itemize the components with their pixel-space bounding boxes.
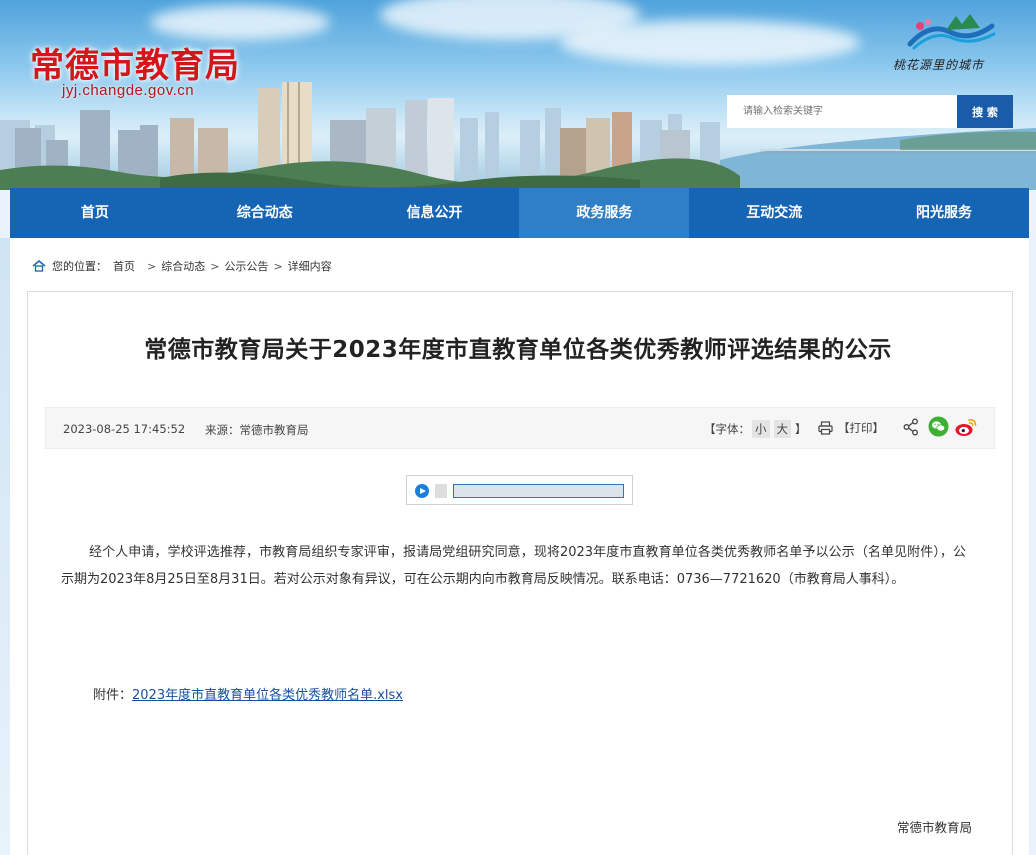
weibo-icon[interactable] [954, 416, 978, 438]
city-slogan: 桃花源里的城市 [893, 58, 985, 72]
audio-player [406, 475, 633, 505]
nav-item-home[interactable]: 首页 [10, 188, 180, 238]
nav-item-info-disclosure[interactable]: 信息公开 [350, 188, 520, 238]
share-icon[interactable] [903, 418, 919, 436]
nav-item-interaction[interactable]: 互动交流 [689, 188, 859, 238]
publish-date: 2023-08-25 17:45:52 [63, 422, 186, 436]
font-label-open: 【字体： [704, 422, 750, 436]
font-label-close: 】 [795, 422, 807, 436]
home-icon [32, 260, 46, 272]
font-size-control: 【字体： 小 大 】 [704, 420, 807, 438]
city-logo-icon [907, 14, 996, 50]
nav-item-sunshine-services[interactable]: 阳光服务 [859, 188, 1029, 238]
print-button[interactable]: 【打印】 [818, 420, 884, 436]
wechat-icon[interactable] [928, 416, 949, 437]
breadcrumb-prefix: 您的位置： [52, 260, 107, 273]
print-label: 【打印】 [838, 421, 884, 435]
nav-item-gov-services[interactable]: 政务服务 [519, 188, 690, 238]
breadcrumb-home[interactable]: 首页 [113, 258, 135, 274]
article-source: 来源：常德市教育局 [205, 423, 309, 437]
article-body: 经个人申请，学校评选推荐，市教育局组织专家评审，报请局党组研究同意，现将2023… [61, 545, 966, 587]
play-icon[interactable] [415, 484, 429, 498]
breadcrumb-news[interactable]: 综合动态 [161, 258, 205, 274]
breadcrumb-current: 详细内容 [287, 260, 332, 273]
article-meta-bar: 2023-08-25 17:45:52 来源：常德市教育局 【字体： 小 大 】… [45, 407, 995, 449]
audio-progress-bar[interactable] [453, 484, 624, 498]
search-button[interactable]: 搜 索 [957, 95, 1013, 128]
stop-icon[interactable] [435, 484, 447, 498]
print-icon [818, 421, 833, 435]
breadcrumb-announcements[interactable]: 公示公告 [224, 258, 268, 274]
site-domain: jyj.changde.gov.cn [62, 82, 195, 99]
breadcrumb-separator: > [147, 259, 157, 273]
font-small-button[interactable]: 小 [752, 420, 770, 438]
signature: 常德市教育局 [897, 820, 973, 835]
header-banner: 常德市教育局 jyj.changde.gov.cn 桃花源里的城市 搜 索 [0, 0, 1036, 190]
attachment-label: 附件： [93, 688, 133, 703]
breadcrumb-separator: > [273, 259, 283, 273]
nav-item-news[interactable]: 综合动态 [180, 188, 350, 238]
breadcrumb-separator: > [210, 259, 220, 273]
article-title: 常德市教育局关于2023年度市直教育单位各类优秀教师评选结果的公示 [144, 337, 892, 363]
search-input[interactable] [727, 95, 957, 128]
font-large-button[interactable]: 大 [773, 420, 791, 438]
attachment-link[interactable]: 2023年度市直教育单位各类优秀教师名单.xlsx [132, 688, 403, 703]
main-nav: 首页 综合动态 信息公开 政务服务 互动交流 阳光服务 [10, 188, 1029, 238]
site-title: 常德市教育局 [30, 46, 240, 86]
attachment: 附件：2023年度市直教育单位各类优秀教师名单.xlsx [93, 684, 403, 703]
breadcrumb: 您的位置： 首页 > 综合动态 > 公示公告 > 详细内容 [32, 258, 332, 274]
